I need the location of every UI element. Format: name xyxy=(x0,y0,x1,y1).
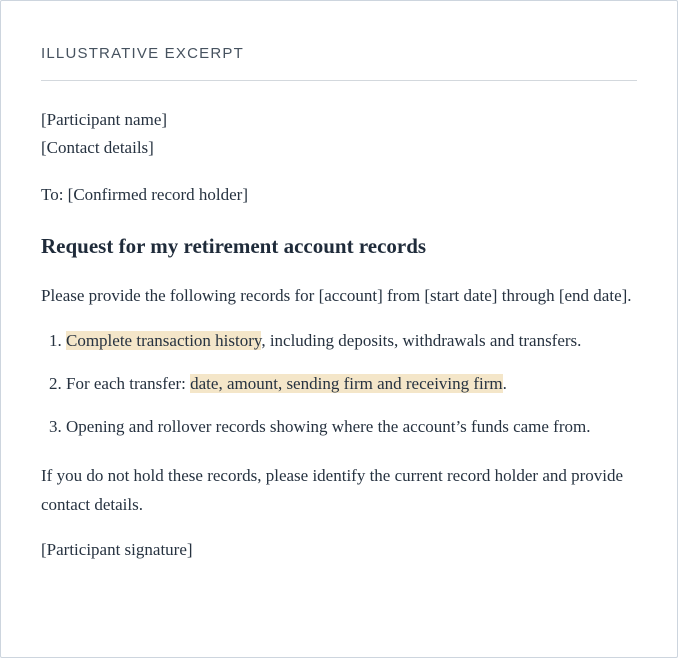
recipient-line: To: [Confirmed record holder] xyxy=(41,185,248,204)
excerpt-label: ILLUSTRATIVE EXCERPT xyxy=(41,44,637,81)
list-item: Opening and rollover records showing whe… xyxy=(66,415,637,439)
list-item-prefix: For each transfer: xyxy=(66,374,191,393)
list-item-suffix: . xyxy=(502,374,507,393)
records-list: Complete transaction history, including … xyxy=(41,329,637,439)
list-item-text: , including deposits, withdrawals and tr… xyxy=(261,331,582,350)
closing-paragraph: If you do not hold these records, please… xyxy=(41,466,624,514)
list-item-text: Opening and rollover records showing whe… xyxy=(66,417,591,436)
sender-block: [Participant name] [Contact details] xyxy=(41,106,637,162)
list-item: Complete transaction history, including … xyxy=(66,329,637,353)
signature-line: [Participant signature] xyxy=(41,540,193,559)
letter-title: Request for my retirement account record… xyxy=(41,234,427,258)
letter-page: ILLUSTRATIVE EXCERPT [Participant name] … xyxy=(0,0,678,658)
highlighted-phrase: Complete transaction history xyxy=(66,331,262,350)
intro-paragraph: Please provide the following records for… xyxy=(41,286,632,305)
highlighted-phrase: date, amount, sending firm and receiving… xyxy=(190,374,503,393)
contact-details: [Contact details] xyxy=(41,138,154,157)
participant-name: [Participant name] xyxy=(41,110,168,129)
list-item: For each transfer: date, amount, sending… xyxy=(66,372,637,396)
